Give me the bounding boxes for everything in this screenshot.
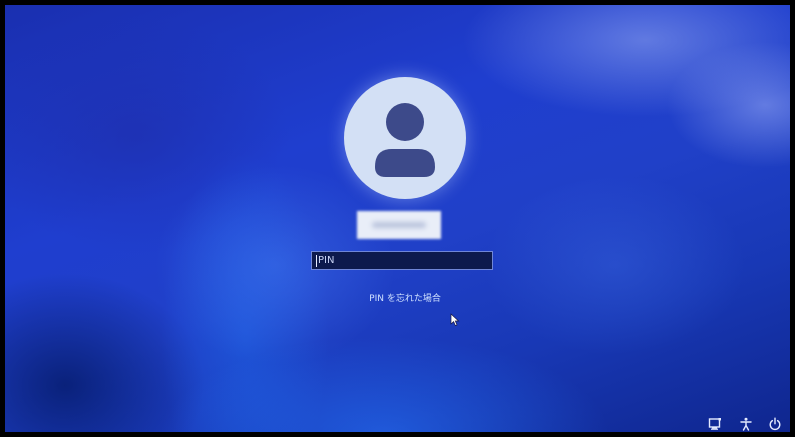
user-silhouette-icon — [375, 103, 435, 177]
network-icon[interactable] — [708, 417, 722, 431]
wallpaper-glow — [485, 175, 745, 355]
forgot-pin-link[interactable]: PIN を忘れた場合 — [315, 291, 495, 304]
user-name — [372, 222, 426, 228]
pin-field[interactable] — [311, 251, 493, 270]
power-icon[interactable] — [768, 417, 782, 431]
user-name-plate — [357, 211, 441, 239]
mouse-pointer-icon — [450, 313, 460, 327]
accessibility-icon[interactable] — [739, 417, 753, 431]
user-avatar — [344, 77, 466, 199]
lock-screen: PIN を忘れた場合 — [5, 5, 790, 432]
pin-input[interactable] — [317, 252, 478, 269]
